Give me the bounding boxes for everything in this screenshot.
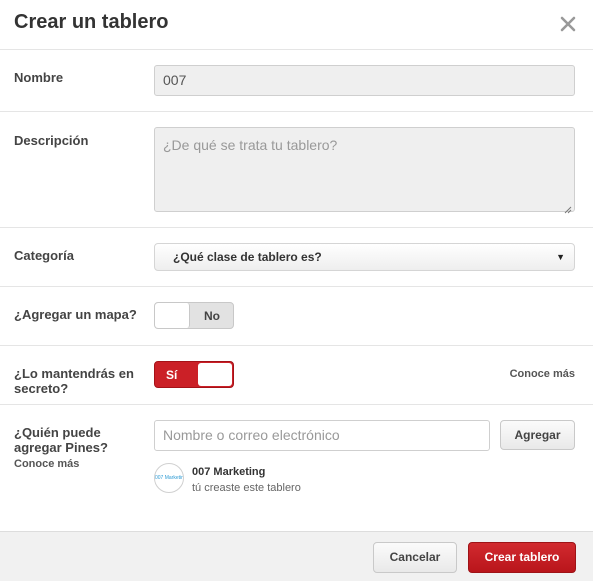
add-collaborator-button[interactable]: Agregar — [500, 420, 575, 450]
caret-down-icon: ▼ — [556, 252, 565, 262]
create-board-dialog: Crear un tablero Nombre 007 Descripción … — [0, 0, 593, 581]
category-selected-value: ¿Qué clase de tablero es? — [173, 250, 322, 264]
toggle-knob — [198, 363, 232, 386]
collaborators-label: ¿Quién puede agregar Pines? — [14, 425, 108, 455]
description-label: Descripción — [14, 133, 89, 148]
category-select[interactable]: ¿Qué clase de tablero es? ▼ — [154, 243, 575, 271]
create-board-button[interactable]: Crear tablero — [468, 542, 576, 573]
avatar: 007 Marketing — [154, 463, 184, 493]
cancel-button[interactable]: Cancelar — [373, 542, 457, 573]
resize-grip-icon[interactable] — [564, 201, 572, 214]
map-row: ¿Agregar un mapa? No — [0, 287, 593, 346]
collaborator-note: tú creaste este tablero — [192, 482, 301, 494]
secret-toggle-state: Sí — [166, 368, 178, 382]
dialog-title: Crear un tablero — [14, 11, 169, 33]
secret-learn-more-link[interactable]: Conoce más — [510, 368, 575, 380]
category-row: Categoría ¿Qué clase de tablero es? ▼ — [0, 228, 593, 287]
toggle-knob — [155, 303, 190, 328]
name-input[interactable]: 007 — [154, 65, 575, 96]
dialog-footer: Cancelar Crear tablero — [0, 531, 593, 581]
close-icon[interactable] — [559, 15, 577, 33]
secret-label-line1: ¿Lo mantendrás en — [14, 366, 134, 381]
collaborator-search-input[interactable]: Nombre o correo electrónico — [154, 420, 490, 451]
secret-toggle[interactable]: Sí — [154, 361, 234, 388]
map-toggle-state: No — [204, 309, 220, 323]
collaborators-row: ¿Quién puede agregar Pines? Conoce más N… — [0, 405, 593, 530]
secret-label: ¿Lo mantendrás en secreto? — [14, 366, 134, 396]
description-row: Descripción ¿De qué se trata tu tablero? — [0, 112, 593, 228]
name-row: Nombre 007 — [0, 50, 593, 112]
collaborators-learn-more-link[interactable]: Conoce más — [14, 458, 79, 470]
collaborators-label-line1: ¿Quién puede — [14, 425, 101, 440]
map-toggle[interactable]: No — [154, 302, 234, 329]
description-textarea[interactable]: ¿De qué se trata tu tablero? — [154, 127, 575, 214]
dialog-header: Crear un tablero — [0, 0, 593, 50]
secret-label-line2: secreto? — [14, 381, 69, 396]
category-label: Categoría — [14, 248, 74, 263]
name-label: Nombre — [14, 70, 64, 85]
collaborator-name: 007 Marketing — [192, 466, 266, 478]
map-label: ¿Agregar un mapa? — [14, 307, 137, 322]
secret-row: ¿Lo mantendrás en secreto? Sí Conoce más — [0, 346, 593, 405]
description-placeholder: ¿De qué se trata tu tablero? — [163, 137, 338, 153]
collaborators-label-line2: agregar Pines? — [14, 440, 108, 455]
